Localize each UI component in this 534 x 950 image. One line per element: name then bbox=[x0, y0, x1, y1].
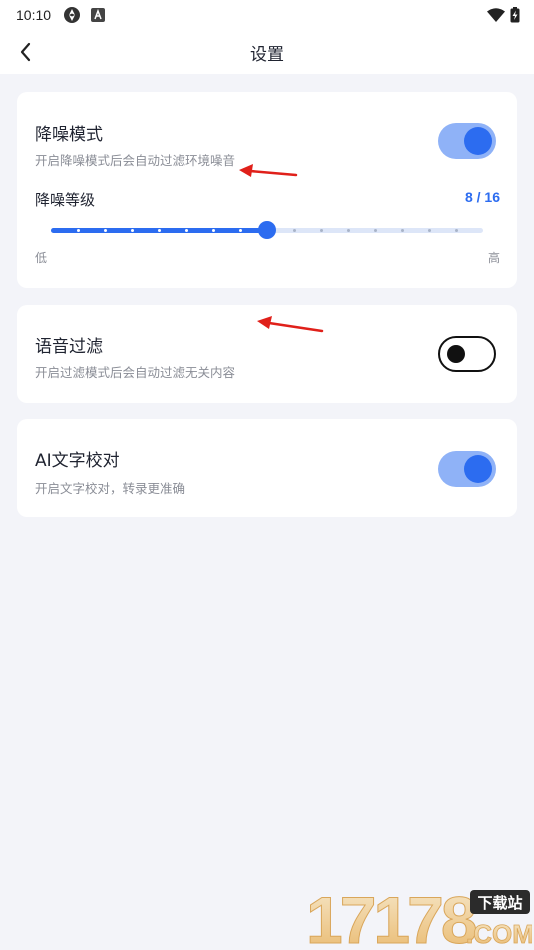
slider-step-dot bbox=[427, 229, 431, 232]
app-sync-icon bbox=[64, 7, 81, 23]
toggle-knob bbox=[447, 345, 465, 363]
slider-thumb[interactable] bbox=[258, 221, 276, 239]
toggle-knob bbox=[464, 127, 492, 155]
slider-step-dot bbox=[76, 229, 80, 232]
noise-level-value: 8 / 16 bbox=[464, 189, 500, 205]
voice-filter-description: 开启过滤模式后会自动过滤无关内容 bbox=[35, 365, 236, 380]
slider-step-dot bbox=[319, 229, 323, 232]
slider-step-dot bbox=[130, 229, 134, 232]
voice-filter-title: 语音过滤 bbox=[35, 337, 103, 357]
noise-reduction-card: 降噪模式 开启降噪模式后会自动过滤环境噪音 降噪等级 8 / 16 低 高 bbox=[17, 92, 517, 288]
noise-reduction-description: 开启降噪模式后会自动过滤环境噪音 bbox=[35, 153, 236, 168]
slider-step-dot bbox=[400, 229, 404, 232]
noise-reduction-toggle[interactable] bbox=[438, 123, 496, 159]
status-left-icons bbox=[63, 6, 106, 24]
ai-proofreading-title: AI文字校对 bbox=[35, 451, 120, 471]
slider-step-dot bbox=[346, 229, 350, 232]
range-min-label: 低 bbox=[35, 251, 48, 265]
ai-proofreading-toggle[interactable] bbox=[438, 451, 496, 487]
watermark-logo-text: 17178 bbox=[306, 888, 476, 948]
watermark-domain-text: .COM bbox=[466, 919, 532, 948]
slider-step-dot bbox=[238, 229, 242, 232]
slider-step-dot bbox=[454, 229, 458, 232]
noise-level-slider[interactable] bbox=[51, 220, 483, 240]
watermark-badge-text: 下载站 bbox=[477, 894, 522, 912]
slider-step-dot bbox=[211, 229, 215, 232]
ai-proofreading-card: AI文字校对 开启文字校对，转录更准确 bbox=[17, 419, 517, 517]
annotation-arrow-icon bbox=[239, 164, 298, 177]
battery-charging-icon bbox=[510, 7, 520, 23]
wifi-icon bbox=[487, 8, 505, 22]
slider-step-dot bbox=[292, 229, 296, 232]
slider-step-dot bbox=[157, 229, 161, 232]
page-title: 设置 bbox=[250, 44, 284, 65]
status-bar: 10:10 bbox=[0, 0, 534, 30]
range-max-label: 高 bbox=[487, 251, 500, 265]
status-time: 10:10 bbox=[16, 7, 52, 23]
toggle-knob bbox=[464, 455, 492, 483]
slider-step-dot bbox=[184, 229, 188, 232]
status-right-icons bbox=[487, 7, 520, 23]
annotation-arrow-icon bbox=[257, 316, 324, 333]
slider-step-dot bbox=[103, 229, 107, 232]
noise-reduction-title: 降噪模式 bbox=[35, 125, 103, 145]
noise-level-label: 降噪等级 bbox=[35, 191, 96, 209]
chevron-left-icon bbox=[20, 42, 31, 62]
watermark-logo: 17178 下载站 .COM bbox=[306, 883, 534, 950]
slider-step-dot bbox=[373, 229, 377, 232]
ai-proofreading-description: 开启文字校对，转录更准确 bbox=[35, 481, 186, 496]
voice-filter-toggle[interactable] bbox=[438, 336, 496, 372]
back-button[interactable] bbox=[10, 36, 42, 68]
app-header: 设置 bbox=[0, 30, 534, 74]
accessibility-a-icon bbox=[91, 8, 106, 22]
watermark-logo-graphic: 17178 下载站 .COM bbox=[306, 883, 534, 950]
